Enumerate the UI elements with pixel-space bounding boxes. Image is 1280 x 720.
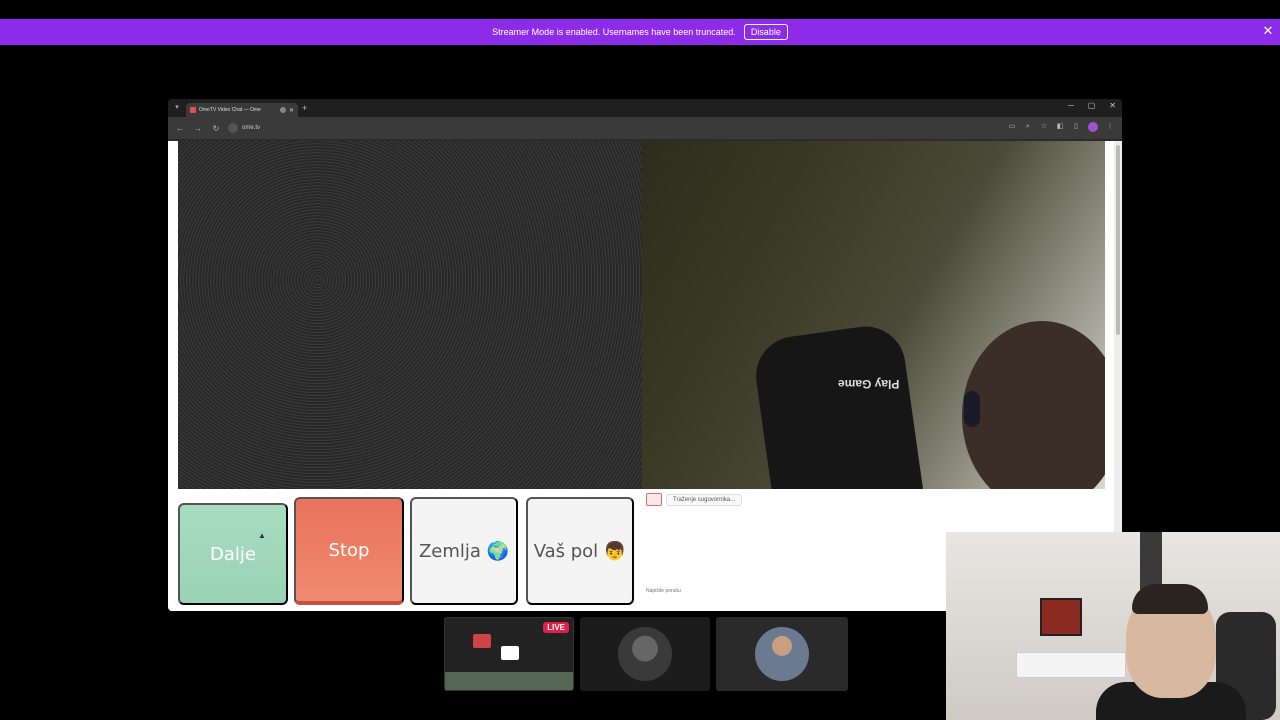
stop-button[interactable]: Stop bbox=[294, 497, 404, 605]
partner-video: Play Game bbox=[642, 141, 1105, 489]
tab-close-icon[interactable]: ✕ bbox=[289, 107, 294, 114]
next-button[interactable]: Dalje bbox=[178, 503, 288, 605]
self-video-static bbox=[178, 141, 642, 489]
live-badge: LIVE bbox=[543, 622, 569, 633]
mouse-cursor-icon: ▲ bbox=[258, 531, 266, 540]
window-close-icon[interactable]: ✕ bbox=[1109, 101, 1116, 110]
recording-indicator-icon bbox=[279, 107, 286, 113]
menu-kebab-icon[interactable]: ⋮ bbox=[1106, 123, 1114, 131]
gaming-chair bbox=[750, 321, 924, 489]
gender-button[interactable]: Vaš pol 👦 bbox=[526, 497, 634, 605]
monitor-icon bbox=[501, 646, 519, 660]
toolbar-icons: ▭ ⌕ ☆ ◧ ▯ ⋮ bbox=[1008, 122, 1114, 132]
participant-thumbnail-1[interactable] bbox=[580, 617, 710, 691]
wall-tv bbox=[1040, 598, 1082, 636]
bookmark-star-icon[interactable]: ☆ bbox=[1040, 123, 1048, 131]
streamer-hair bbox=[1132, 584, 1208, 614]
tab-ometv[interactable]: OmeTV Video Chat — Ome ✕ bbox=[186, 103, 298, 117]
participant-thumbnail-2[interactable] bbox=[716, 617, 848, 691]
tv-cabinet bbox=[1016, 652, 1126, 678]
reload-icon[interactable]: ↻ bbox=[210, 124, 222, 133]
new-tab-icon[interactable]: + bbox=[302, 103, 307, 113]
partner-head bbox=[962, 321, 1105, 489]
country-button[interactable]: Zemlja 🌍 bbox=[410, 497, 518, 605]
avatar bbox=[618, 627, 672, 681]
forward-icon[interactable]: → bbox=[192, 124, 204, 133]
cast-icon[interactable]: ▭ bbox=[1008, 123, 1016, 131]
maximize-icon[interactable]: ▢ bbox=[1088, 101, 1096, 110]
searching-message: Traženje sugovornika... bbox=[666, 493, 743, 506]
site-info-icon[interactable] bbox=[228, 123, 238, 133]
zoom-icon[interactable]: ⌕ bbox=[1024, 123, 1032, 131]
headphone bbox=[964, 391, 980, 427]
banner-message: Streamer Mode is enabled. Usernames have… bbox=[492, 27, 736, 37]
tab-bar: ▾ OmeTV Video Chat — Ome ✕ + ─ ▢ ✕ bbox=[168, 99, 1122, 117]
tab-search-icon[interactable]: ▾ bbox=[172, 103, 182, 113]
chair-logo: Play Game bbox=[838, 377, 900, 391]
mini-preview bbox=[445, 672, 573, 690]
mini-tv-icon bbox=[473, 634, 491, 648]
extension-icon[interactable]: ◧ bbox=[1056, 123, 1064, 131]
avatar bbox=[755, 627, 809, 681]
url-text: ome.tv bbox=[242, 125, 261, 131]
scrollbar-thumb[interactable] bbox=[1116, 145, 1120, 335]
sidepanel-icon[interactable]: ▯ bbox=[1072, 123, 1080, 131]
tv-icon bbox=[646, 493, 662, 506]
minimize-icon[interactable]: ─ bbox=[1068, 101, 1074, 110]
address-bar[interactable]: ome.tv bbox=[228, 123, 260, 133]
profile-avatar-icon[interactable] bbox=[1088, 122, 1098, 132]
system-message: Traženje sugovornika... bbox=[646, 493, 743, 506]
tab-title: OmeTV Video Chat — Ome bbox=[199, 107, 261, 113]
streamer-mode-banner: Streamer Mode is enabled. Usernames have… bbox=[0, 19, 1280, 45]
close-icon[interactable]: ✕ bbox=[1260, 23, 1276, 39]
window-controls: ─ ▢ ✕ bbox=[1068, 101, 1116, 110]
screen-share-thumbnail[interactable]: LIVE bbox=[444, 617, 574, 691]
ometv-favicon-icon bbox=[190, 107, 196, 113]
disable-streamer-mode-button[interactable]: Disable bbox=[743, 24, 788, 40]
streamer-webcam bbox=[946, 532, 1280, 720]
back-icon[interactable]: ← bbox=[174, 124, 186, 133]
navigation-bar: ← → ↻ ome.tv ▭ ⌕ ☆ ◧ ▯ ⋮ bbox=[168, 117, 1122, 139]
